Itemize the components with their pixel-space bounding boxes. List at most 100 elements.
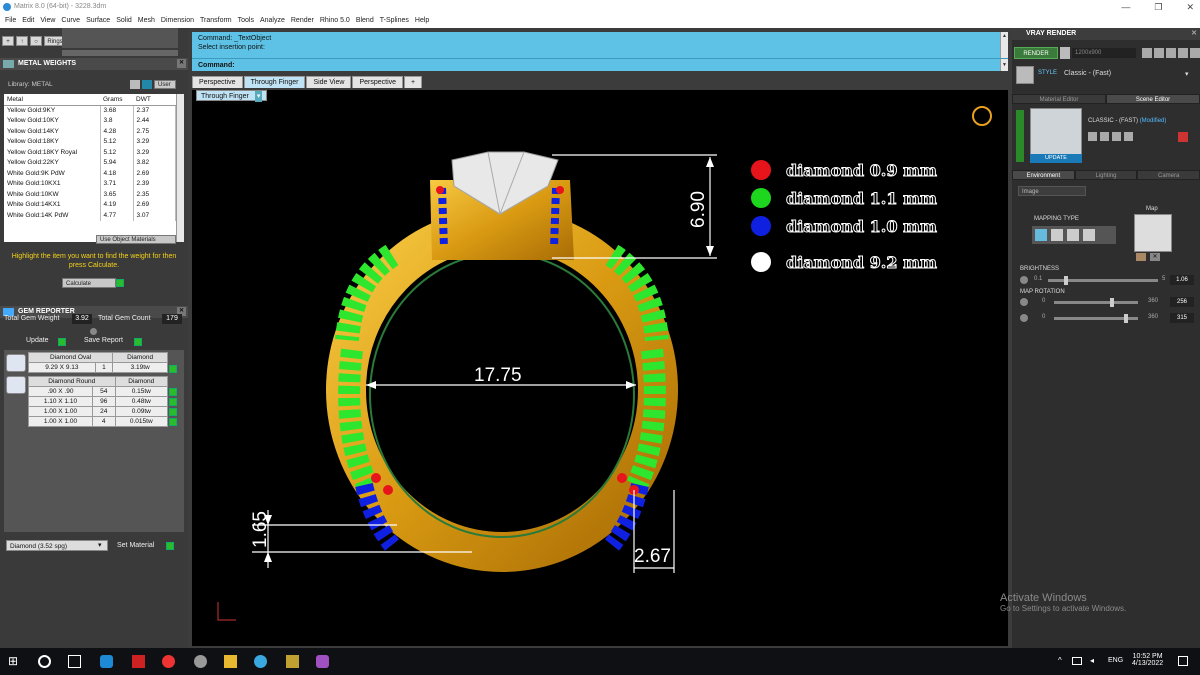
table-row[interactable]: Yellow Gold:18KY 5.12 3.29: [4, 136, 176, 147]
add-icon[interactable]: +: [2, 36, 14, 46]
menu-view[interactable]: View: [37, 14, 58, 28]
menu-solid[interactable]: Solid: [113, 14, 135, 28]
menu-tsplines[interactable]: T-Splines: [377, 14, 412, 28]
camera-icon[interactable]: [1154, 48, 1164, 58]
folder-icon[interactable]: [1136, 253, 1146, 261]
rotation-v-thumb[interactable]: [1124, 314, 1128, 323]
brightness-value[interactable]: 1.06: [1170, 275, 1194, 285]
app-icon[interactable]: [194, 655, 207, 668]
tab-material-editor[interactable]: Material Editor: [1012, 94, 1106, 104]
table-row[interactable]: White Gold:14KX1 4.19 2.69: [4, 199, 176, 210]
rotation-h-value[interactable]: 256: [1170, 297, 1194, 307]
menu-mesh[interactable]: Mesh: [135, 14, 158, 28]
windows-start-icon[interactable]: ⊞: [8, 655, 21, 668]
teapot-icon[interactable]: [1166, 48, 1176, 58]
tab-environment[interactable]: Environment: [1012, 170, 1075, 180]
material-select[interactable]: Diamond (3.52 spg): [6, 540, 108, 551]
menu-dimension[interactable]: Dimension: [158, 14, 197, 28]
table-row[interactable]: 1.00 X 1.00 4 0.015tw: [28, 416, 169, 427]
table-row[interactable]: 1.10 X 1.10 96 0.48tw: [28, 396, 169, 407]
edge-icon[interactable]: [100, 655, 113, 668]
grid-icon[interactable]: [1100, 132, 1109, 141]
lock-icon[interactable]: [1124, 132, 1133, 141]
user-button[interactable]: User: [154, 80, 176, 89]
col-metal[interactable]: Metal: [4, 94, 100, 106]
table-row[interactable]: Yellow Gold:14KY 4.28 2.75: [4, 126, 176, 137]
col-grams[interactable]: Grams: [100, 94, 133, 106]
chevron-down-icon[interactable]: ▾: [98, 541, 102, 549]
menu-edit[interactable]: Edit: [19, 14, 37, 28]
task-view-icon[interactable]: [68, 655, 81, 668]
skip-back-icon[interactable]: [1142, 48, 1152, 58]
tab-side-view[interactable]: Side View: [306, 76, 352, 88]
delete-icon[interactable]: [1178, 132, 1188, 142]
grid-icon[interactable]: [1112, 132, 1121, 141]
volume-icon[interactable]: ◂: [1090, 656, 1094, 665]
map-box-icon[interactable]: [1051, 229, 1063, 241]
ring-icon[interactable]: [972, 106, 992, 126]
screen-icon[interactable]: [1178, 48, 1188, 58]
maximize-button[interactable]: ❐: [1154, 0, 1162, 14]
calculate-select[interactable]: Calculate: [62, 278, 116, 288]
render-settings-icon[interactable]: [1060, 47, 1070, 59]
tab-camera[interactable]: Camera: [1137, 170, 1200, 180]
render-button[interactable]: RENDER: [1014, 47, 1058, 59]
command-dropdown-icon[interactable]: ▼: [1000, 59, 1008, 71]
use-object-materials-button[interactable]: Use Object Materials: [96, 235, 176, 244]
save-report-go-icon[interactable]: [134, 337, 142, 346]
search-icon[interactable]: [38, 655, 51, 668]
table-row[interactable]: White Gold:9K PdW 4.18 2.69: [4, 168, 176, 179]
style-value[interactable]: Classic - (Fast): [1064, 70, 1111, 77]
col-dwt[interactable]: DWT: [133, 94, 176, 106]
menu-blend[interactable]: Blend: [353, 14, 377, 28]
table-row[interactable]: .90 X .90 54 0.15tw: [28, 386, 169, 397]
table-row[interactable]: Yellow Gold:10KY 3.8 2.44: [4, 115, 176, 126]
menu-surface[interactable]: Surface: [83, 14, 113, 28]
brightness-thumb[interactable]: [1064, 276, 1068, 285]
language-indicator[interactable]: ENG: [1108, 657, 1123, 664]
close-icon[interactable]: ✕: [1191, 28, 1197, 40]
clock[interactable]: 10:52 PM 4/13/2022: [1132, 653, 1163, 667]
map-preview[interactable]: [1134, 214, 1172, 252]
map-plane-icon[interactable]: [1035, 229, 1047, 241]
update-button[interactable]: UPDATE: [1030, 154, 1082, 163]
info-icon[interactable]: [142, 80, 152, 89]
menu-file[interactable]: File: [2, 14, 19, 28]
menu-help[interactable]: Help: [412, 14, 432, 28]
gem-go-icon[interactable]: [169, 364, 177, 373]
metal-table-scrollbar[interactable]: [176, 94, 184, 242]
toolbar-scroll[interactable]: [62, 50, 178, 56]
ring-icon[interactable]: ○: [30, 36, 42, 46]
table-row[interactable]: Yellow Gold:22KY 5.94 3.82: [4, 157, 176, 168]
update-button[interactable]: Update: [26, 337, 49, 344]
app-icon[interactable]: [286, 655, 299, 668]
minimize-button[interactable]: —: [1121, 0, 1130, 14]
set-material-go-icon[interactable]: [166, 541, 174, 550]
resolution-field[interactable]: 1200x900: [1072, 48, 1136, 58]
calculate-go-icon[interactable]: [116, 278, 124, 287]
settings-icon[interactable]: [130, 80, 140, 89]
gem-go-icon[interactable]: [169, 398, 177, 406]
menu-rhino[interactable]: Rhino 5.0: [317, 14, 353, 28]
table-row[interactable]: 9.29 X 9.13 1 3.19tw: [28, 362, 168, 373]
tab-lighting[interactable]: Lighting: [1074, 170, 1138, 180]
close-icon[interactable]: [1190, 48, 1200, 58]
menu-tools[interactable]: Tools: [235, 14, 257, 28]
tab-add[interactable]: +: [404, 76, 423, 88]
menu-curve[interactable]: Curve: [58, 14, 83, 28]
menu-analyze[interactable]: Analyze: [257, 14, 288, 28]
expand-icon[interactable]: [1016, 110, 1024, 162]
close-button[interactable]: ✕: [1186, 0, 1194, 14]
set-material-button[interactable]: Set Material: [117, 542, 154, 549]
rotation-v-value[interactable]: 315: [1170, 313, 1194, 323]
chrome-icon[interactable]: [162, 655, 175, 668]
map-sphere-icon[interactable]: [1067, 229, 1079, 241]
image-select[interactable]: Image: [1018, 186, 1086, 196]
app-icon[interactable]: [316, 655, 329, 668]
gem-go-icon[interactable]: [169, 388, 177, 396]
rotation-h-thumb[interactable]: [1110, 298, 1114, 307]
gem-go-icon[interactable]: [169, 418, 177, 426]
scale-icon[interactable]: [1088, 132, 1097, 141]
gem-go-icon[interactable]: [169, 408, 177, 416]
tray-chevron-icon[interactable]: ^: [1058, 656, 1062, 665]
